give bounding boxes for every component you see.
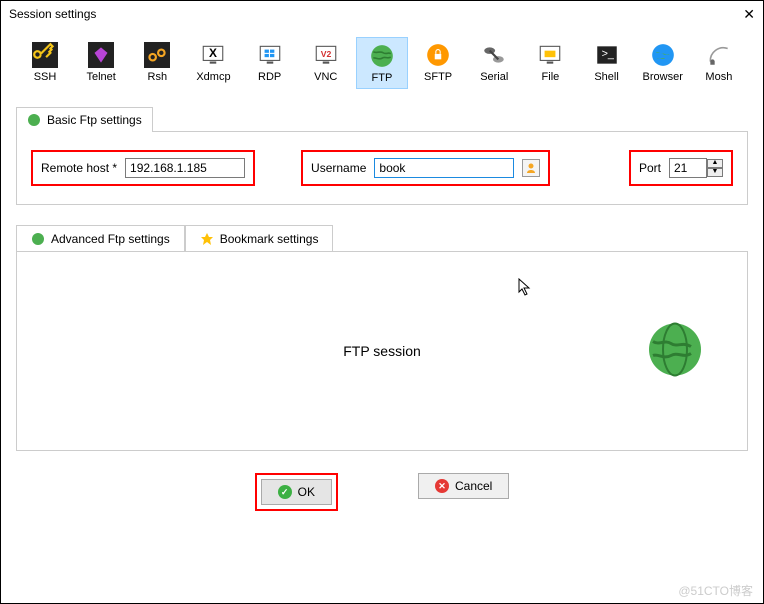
ok-button[interactable]: ✓ OK xyxy=(261,479,332,505)
gem-icon xyxy=(87,41,115,69)
remote-host-input[interactable] xyxy=(125,158,245,178)
basic-settings-tab[interactable]: Basic Ftp settings xyxy=(16,107,153,132)
tab-ftp[interactable]: FTP xyxy=(356,37,408,89)
tab-ssh[interactable]: SSH xyxy=(19,37,71,89)
svg-text:>_: >_ xyxy=(601,48,614,60)
tab-browser[interactable]: Browser xyxy=(637,37,689,89)
tab-vnc[interactable]: V2VNC xyxy=(300,37,352,89)
terminal-icon: >_ xyxy=(593,41,621,69)
tab-telnet[interactable]: Telnet xyxy=(75,37,127,89)
globe-icon xyxy=(368,42,396,70)
globe-small-icon xyxy=(27,113,41,127)
username-input[interactable] xyxy=(374,158,514,178)
tab-mosh[interactable]: Mosh xyxy=(693,37,745,89)
tab-shell[interactable]: >_Shell xyxy=(581,37,633,89)
secondary-tabs: Advanced Ftp settings Bookmark settings xyxy=(16,225,748,252)
vnc-monitor-icon: V2 xyxy=(312,41,340,69)
tab-bookmark-settings[interactable]: Bookmark settings xyxy=(185,225,334,252)
watermark: @51CTO博客 xyxy=(678,582,753,599)
globe-small-icon xyxy=(31,232,45,246)
star-icon xyxy=(200,232,214,246)
satellite-icon xyxy=(705,41,733,69)
ok-highlight: ✓ OK xyxy=(255,473,338,511)
x-icon: ✕ xyxy=(435,479,449,493)
key-icon xyxy=(31,41,59,69)
username-group: Username xyxy=(301,150,550,186)
windows-monitor-icon xyxy=(256,41,284,69)
cancel-button[interactable]: ✕ Cancel xyxy=(418,473,509,499)
earth-icon xyxy=(649,41,677,69)
globe-lock-icon xyxy=(424,41,452,69)
titlebar: Session settings ✕ xyxy=(1,1,763,27)
svg-text:X: X xyxy=(209,46,217,60)
close-icon[interactable]: ✕ xyxy=(743,6,755,23)
tab-serial[interactable]: Serial xyxy=(468,37,520,89)
session-title: FTP session xyxy=(343,343,421,359)
port-spin-down[interactable]: ▼ xyxy=(707,168,723,177)
svg-text:V2: V2 xyxy=(320,49,331,59)
tab-xdmcp[interactable]: XXdmcp xyxy=(187,37,239,89)
port-input[interactable] xyxy=(669,158,707,178)
tab-rdp[interactable]: RDP xyxy=(244,37,296,89)
protocol-tabs: SSH Telnet Rsh XXdmcp RDP V2VNC FTP SFTP… xyxy=(1,27,763,89)
port-group: Port ▲ ▼ xyxy=(629,150,733,186)
port-spin-up[interactable]: ▲ xyxy=(707,159,723,168)
remote-host-group: Remote host * xyxy=(31,150,255,186)
remote-host-label: Remote host * xyxy=(41,161,117,175)
session-content-panel: FTP session xyxy=(16,251,748,451)
username-label: Username xyxy=(311,161,366,175)
basic-fields-row: Remote host * Username Port ▲ ▼ xyxy=(16,131,748,205)
tab-advanced-ftp[interactable]: Advanced Ftp settings xyxy=(16,225,185,252)
window-title: Session settings xyxy=(9,7,96,21)
dialog-buttons: ✓ OK ✕ Cancel xyxy=(1,473,763,511)
port-label: Port xyxy=(639,161,661,175)
basic-settings-section: Basic Ftp settings Remote host * Usernam… xyxy=(16,107,748,205)
link-icon xyxy=(143,41,171,69)
globe-large-icon xyxy=(647,322,703,381)
check-icon: ✓ xyxy=(278,485,292,499)
tab-file[interactable]: File xyxy=(524,37,576,89)
username-browse-button[interactable] xyxy=(522,159,540,177)
serial-cable-icon xyxy=(480,41,508,69)
person-icon xyxy=(525,162,537,174)
cursor-icon xyxy=(518,278,532,301)
folder-monitor-icon xyxy=(536,41,564,69)
tab-sftp[interactable]: SFTP xyxy=(412,37,464,89)
x-monitor-icon: X xyxy=(199,41,227,69)
tab-rsh[interactable]: Rsh xyxy=(131,37,183,89)
